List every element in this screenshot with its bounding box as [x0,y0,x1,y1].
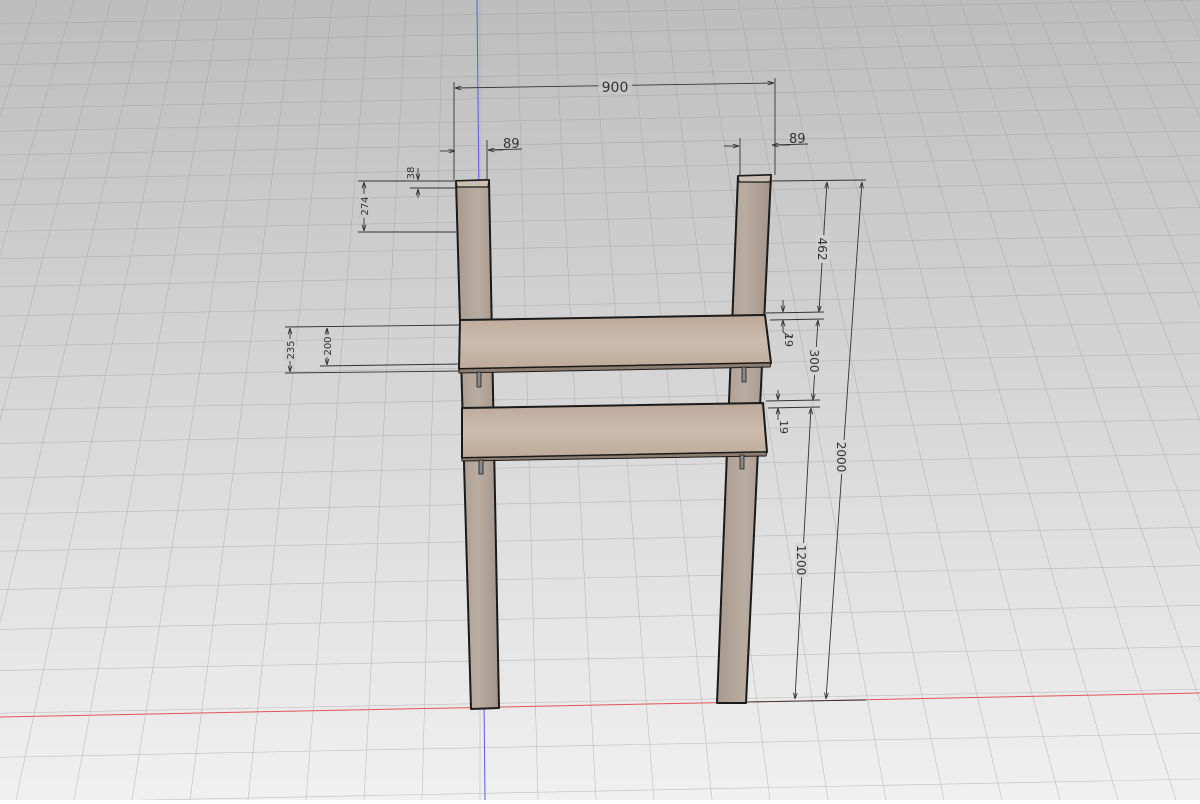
dim-overall-width: 900 [602,80,629,96]
3d-viewport[interactable]: 900 89 89 38 274 200 235 462 19 300 19 1… [0,0,1200,800]
right-post-top [738,175,771,182]
dim-lower-board-height: 1200 [794,545,808,576]
dim-left-post-width: 89 [503,137,520,152]
upper-board-front[interactable] [459,315,771,369]
dim-left-board-offset: 200 [323,336,334,355]
dim-left-top-offset: 274 [360,196,371,215]
model-canvas[interactable]: 900 89 89 38 274 200 235 462 19 300 19 1… [0,0,1200,800]
upper-left-bracket [477,372,481,387]
dim-left-top-thickness: 38 [406,167,417,180]
lower-right-bracket [740,455,744,469]
dim-overall-height: 2000 [834,442,848,473]
lower-board-front[interactable] [462,403,767,458]
dim-right-post-width: 89 [789,132,806,147]
dim-lower-board-thickness: 19 [777,420,790,434]
left-post-top [456,180,489,187]
dim-right-top-to-board: 462 [815,238,829,261]
upper-right-bracket [742,367,746,382]
dim-board-spacing: 300 [807,350,821,373]
lower-left-bracket [479,460,483,474]
dim-upper-board-thickness: 19 [782,333,795,347]
dim-left-board-offset-2: 235 [286,340,297,359]
